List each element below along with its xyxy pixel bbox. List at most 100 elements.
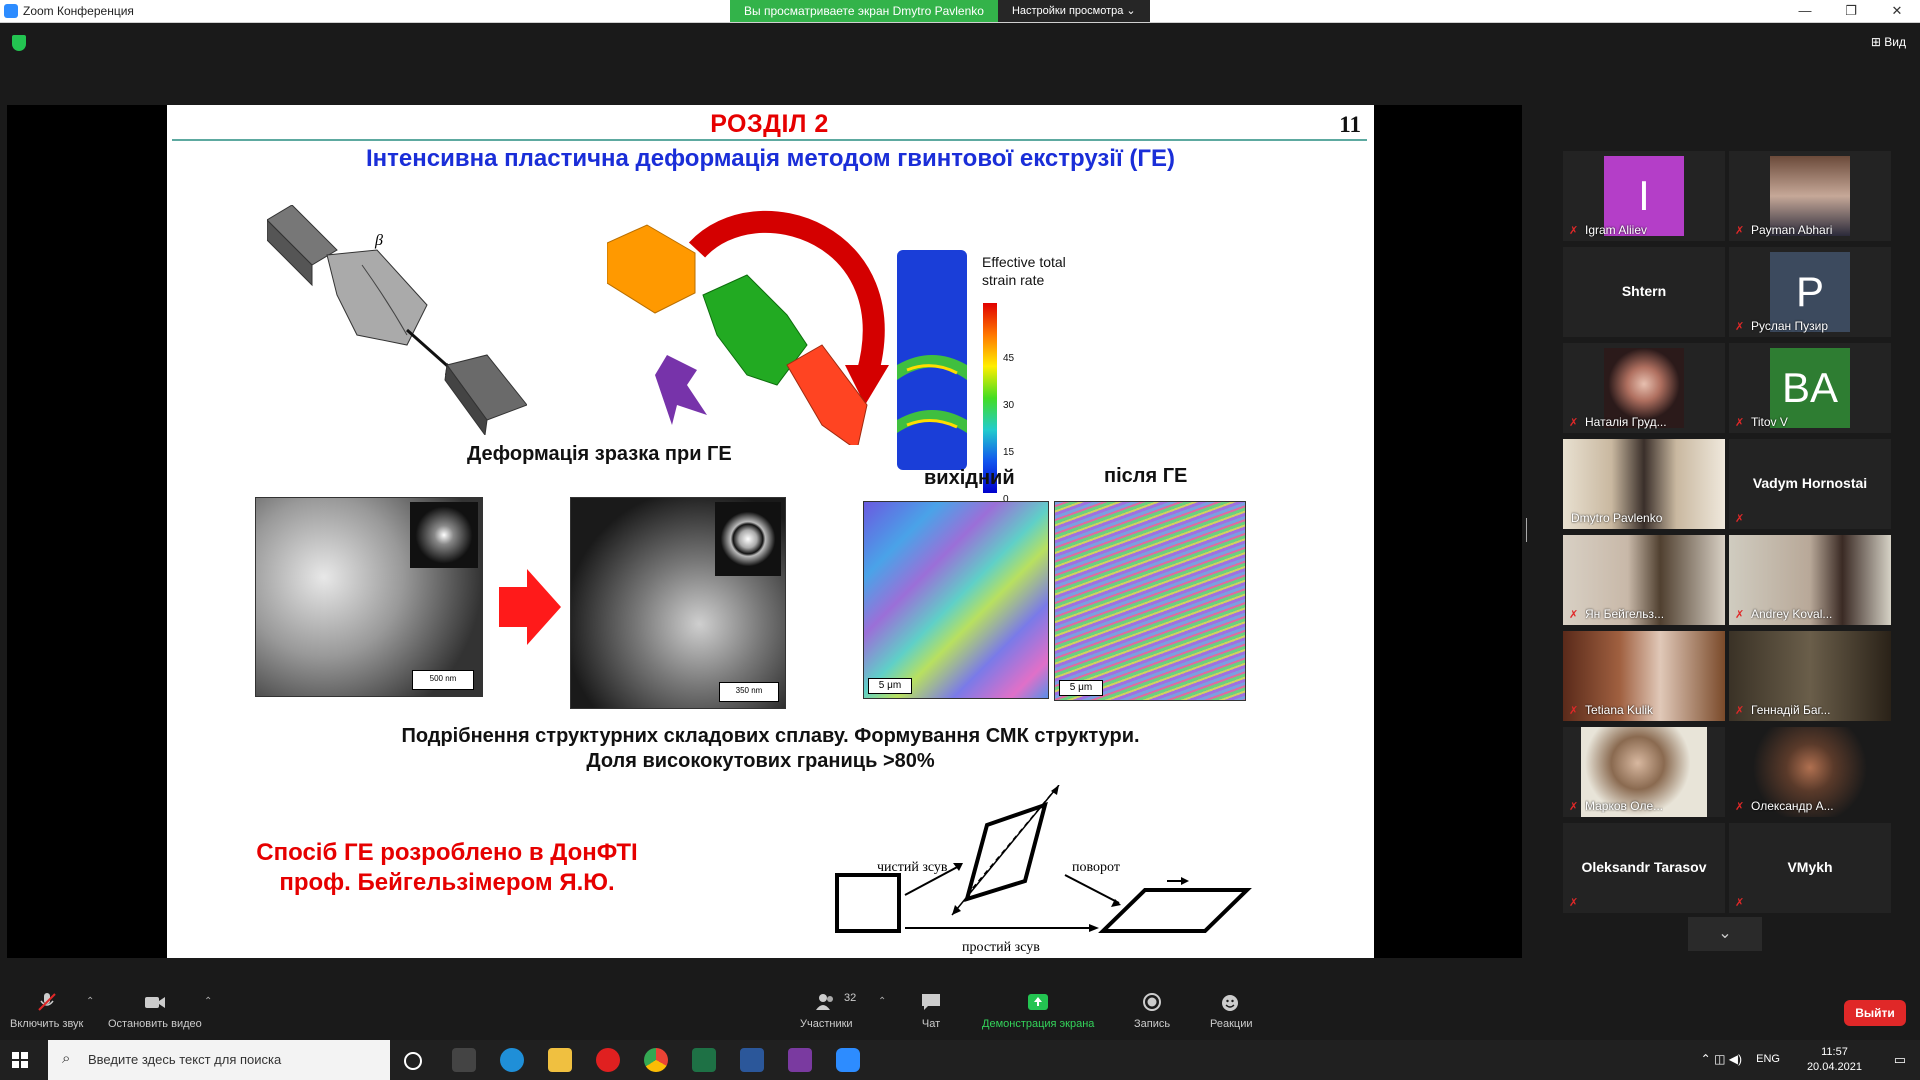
mic-muted-icon: ✗ [1735,897,1745,909]
notifications-icon[interactable]: ▭ [1894,1052,1906,1068]
mic-muted-icon: ✗ [1569,609,1579,621]
strain-title-line2: strain rate [982,272,1045,288]
participant-tile[interactable]: ✗ Ян Бейгельз... [1563,535,1725,625]
task-view-icon[interactable] [404,1052,422,1070]
participants-label: Участники [800,1018,853,1030]
video-options-caret[interactable]: ⌃ [204,996,212,1007]
strain-rate-title: Effective total strain rate [982,253,1066,289]
participant-tile[interactable]: VMykh ✗ [1729,823,1891,913]
chevron-up-icon: ⌃ [1700,1052,1711,1066]
mic-muted-icon: ✗ [1569,801,1579,813]
participant-name: Oleksandr Tarasov [1581,859,1707,875]
presentation-slide: РОЗДІЛ 2 11 Інтенсивна пластична деформа… [167,105,1374,958]
chevron-down-icon: ⌄ [1718,925,1732,942]
share-screen-label: Демонстрация экрана [982,1018,1095,1030]
participants-options-caret[interactable]: ⌃ [878,996,886,1007]
view-button[interactable]: ⊞ Вид [1871,35,1906,49]
result-line-2: Доля висококутових границь >80% [586,750,935,772]
participant-tile[interactable]: I ✗ Igram Aliiev [1563,151,1725,241]
language-indicator[interactable]: ENG [1756,1053,1780,1065]
beta-label: β [374,232,383,249]
slide-subtitle: Інтенсивна пластична деформація методом … [366,145,1175,172]
mic-muted-icon: ✗ [1569,417,1579,429]
reactions-button[interactable]: Реакции [1210,992,1253,1030]
twisted-sample-illustration: β [267,205,527,435]
opera-browser-icon[interactable] [596,1048,620,1072]
author-line-1: Спосіб ГЕ розроблено в ДонФТІ [256,839,638,866]
window-titlebar: Zoom Конференция Вы просматриваете экран… [0,0,1920,23]
share-screen-icon [1028,994,1049,1010]
volume-icon: ◀) [1728,1052,1742,1066]
strain-rate-ticks: 45 30 15 0 [1003,335,1014,523]
audio-options-caret[interactable]: ⌃ [86,996,94,1007]
minimize-button[interactable]: — [1782,0,1828,22]
taskbar-search-box[interactable]: ⌕ Введите здесь текст для поиска [48,1040,390,1080]
participant-tile[interactable]: ✗ Payman Abhari [1729,151,1891,241]
participant-name: Vadym Hornostai [1752,475,1868,491]
participant-tile[interactable]: Oleksandr Tarasov ✗ [1563,823,1725,913]
widgets-icon[interactable] [452,1048,476,1072]
file-explorer-icon[interactable] [548,1048,572,1072]
leave-meeting-button[interactable]: Выйти [1844,1000,1906,1026]
chrome-browser-icon[interactable] [644,1048,668,1072]
mic-muted-icon: ✗ [1569,225,1579,237]
participant-tile[interactable]: ✗ Олександр А... [1729,727,1891,817]
encryption-shield-icon[interactable] [12,35,26,51]
share-screen-button[interactable]: Демонстрация экрана [982,992,1094,1030]
strain-title-line1: Effective total [982,254,1066,270]
shear-diagram: чистий зсув поворот простий зсув [835,785,1252,955]
save-disk-icon[interactable] [788,1048,812,1072]
diffraction-pattern-initial [410,502,478,568]
tray-icons[interactable]: ⌃ ◫ ◀) [1701,1052,1742,1066]
mic-muted-icon: ✗ [1735,225,1745,237]
participant-tile[interactable]: BA ✗ Titov V [1729,343,1891,433]
participant-name: Titov V [1751,415,1788,429]
label-after: після ГЕ [1104,465,1188,487]
participant-name: Руслан Пузир [1751,319,1829,333]
gallery-next-page-button[interactable]: ⌄ [1688,917,1762,951]
scale-bar-500nm: 500 nm [412,670,474,690]
ebsd-map-after: 5 μm [1054,501,1246,701]
label-rotation: поворот [1072,860,1120,875]
chat-label: Чат [921,1018,941,1030]
restore-button[interactable]: ❐ [1828,0,1874,22]
record-button[interactable]: Запись [1134,992,1170,1030]
header-divider [172,139,1367,141]
participant-tile[interactable]: Vadym Hornostai ✗ [1729,439,1891,529]
participant-name: Dmytro Pavlenko [1571,511,1663,525]
participant-name: Олександр А... [1751,799,1834,813]
participant-tile[interactable]: ✗ Tetiana Kulik [1563,631,1725,721]
label-pure-shear: чистий зсув [877,860,948,875]
clock-date: 20.04.2021 [1806,1061,1862,1073]
clock-time: 11:57 [1821,1046,1848,1058]
record-icon [1143,993,1162,1011]
participant-tile[interactable]: P ✗ Руслан Пузир [1729,247,1891,337]
participant-tile[interactable]: ✗ Геннадій Баг... [1729,631,1891,721]
tem-micrograph-after: 350 nm [570,497,786,709]
edge-browser-icon[interactable] [500,1048,524,1072]
participant-tile[interactable]: ✗ Наталія Груд... [1563,343,1725,433]
mic-muted-icon: ✗ [1735,801,1745,813]
clock[interactable]: 11:57 20.04.2021 [1807,1045,1862,1075]
stop-video-button[interactable]: Остановить видео [108,992,202,1030]
slide-header: РОЗДІЛ 2 11 [172,108,1367,138]
unmute-label: Включить звук [10,1018,84,1030]
chat-button[interactable]: Чат [920,992,942,1030]
chat-icon [922,994,940,1010]
scale-bar-350nm: 350 nm [719,682,779,702]
close-button[interactable]: ✕ [1874,0,1920,22]
participant-tile[interactable]: Shtern [1563,247,1725,337]
mic-muted-icon: ✗ [1569,705,1579,717]
unmute-button[interactable]: Включить звук [10,992,83,1030]
mic-muted-icon: ✗ [1735,609,1745,621]
participant-tile-active-speaker[interactable]: Dmytro Pavlenko [1563,439,1725,529]
zoom-taskbar-icon[interactable] [836,1048,860,1072]
view-options-button[interactable]: Настройки просмотра ⌄ [997,0,1150,22]
excel-icon[interactable] [692,1048,716,1072]
participant-tile[interactable]: ✗ Andrey Koval... [1729,535,1891,625]
participant-tile[interactable]: ✗ Марков Оле... [1563,727,1725,817]
word-icon[interactable] [740,1048,764,1072]
window-title: Zoom Конференция [23,4,134,18]
meeting-toolbar: Включить звук ⌃ Остановить видео ⌃ Участ… [0,958,1920,1040]
windows-start-icon[interactable] [12,1052,28,1068]
